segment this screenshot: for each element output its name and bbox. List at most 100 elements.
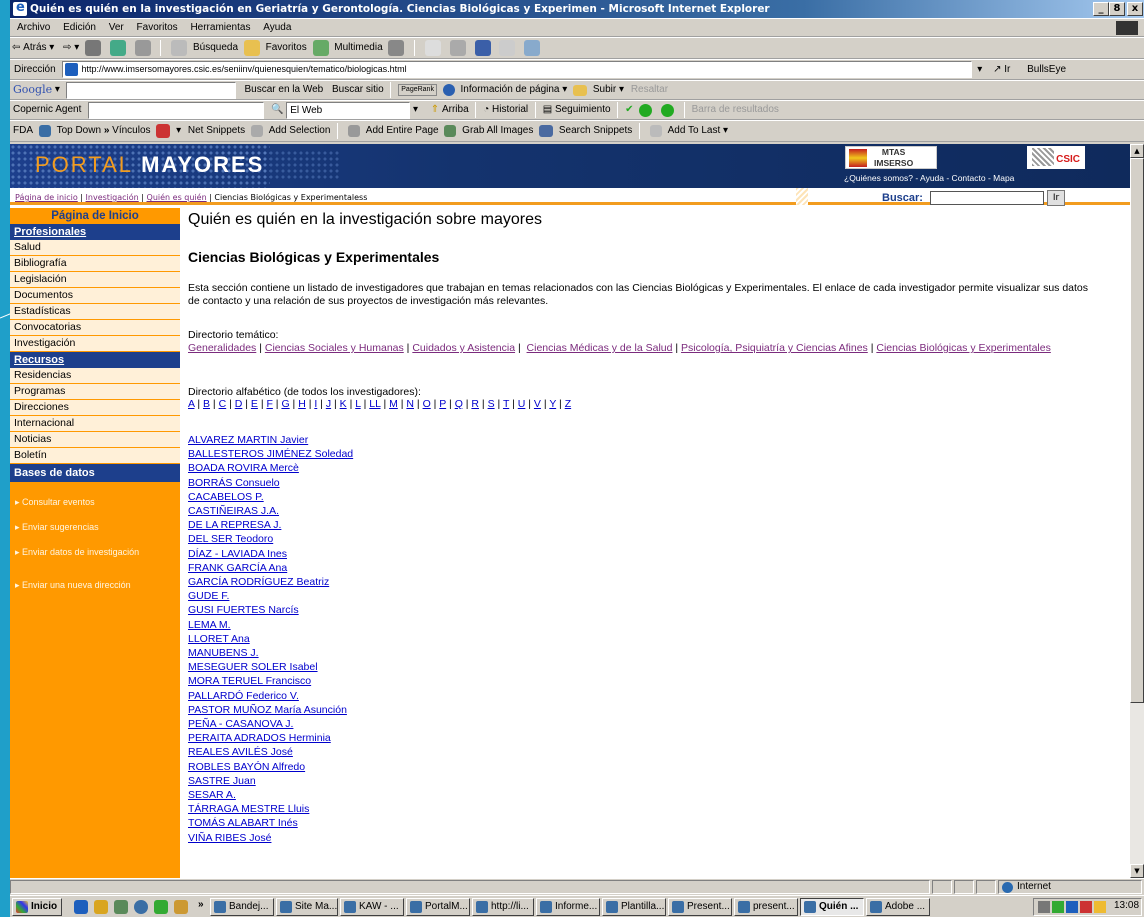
taskbar-button[interactable]: KAW - ... <box>340 898 404 916</box>
researcher-link[interactable]: GUDE F. <box>188 589 353 603</box>
researcher-link[interactable]: ROBLES BAYÓN Alfredo <box>188 760 353 774</box>
minimize-button[interactable]: _ <box>1093 2 1109 16</box>
researcher-link[interactable]: LEMA M. <box>188 618 353 632</box>
tracking-button[interactable]: Seguimiento <box>555 101 611 119</box>
stop-icon[interactable] <box>85 40 102 56</box>
researcher-link[interactable]: LLORET Ana <box>188 632 353 646</box>
researcher-link[interactable]: DE LA REPRESA J. <box>188 518 353 532</box>
address-dropdown-icon[interactable]: ▾ <box>977 64 982 75</box>
breadcrumb-home[interactable]: Página de inicio <box>15 193 78 202</box>
chevron-icon[interactable]: » <box>104 121 110 141</box>
sidebar-item-residencias[interactable]: Residencias <box>10 368 180 384</box>
menu-ver[interactable]: Ver <box>109 19 124 36</box>
tray-icon[interactable] <box>1066 901 1078 913</box>
sidebar-item-legislacion[interactable]: Legislación <box>10 272 180 288</box>
researcher-link[interactable]: PERAITA ADRADOS Herminia <box>188 731 353 745</box>
sidebar-home[interactable]: Página de Inicio <box>10 208 180 224</box>
home-icon[interactable] <box>134 40 151 56</box>
google-logo[interactable]: Google <box>13 81 52 99</box>
up-button[interactable]: Subir <box>593 81 616 99</box>
researcher-link[interactable]: MORA TERUEL Francisco <box>188 674 353 688</box>
ie-icon[interactable] <box>74 900 88 914</box>
researcher-link[interactable]: FRANK GARCÍA Ana <box>188 561 353 575</box>
forward-arrow-icon[interactable]: ⇨ ▾ <box>63 38 79 58</box>
sidebar-link-datos[interactable]: ▸ Enviar datos de investigación <box>15 547 139 558</box>
researcher-link[interactable]: SASTRE Juan <box>188 774 353 788</box>
menu-ayuda[interactable]: Ayuda <box>263 19 291 36</box>
researcher-link[interactable]: TOMÁS ALABART Inés <box>188 816 353 830</box>
edit-icon[interactable] <box>474 40 491 56</box>
letter-link[interactable]: B <box>203 398 210 410</box>
letter-link[interactable]: LL <box>369 398 380 410</box>
letter-link[interactable]: K <box>340 398 347 410</box>
go-icon[interactable]: ↗ <box>993 64 1001 75</box>
net-snippets-button[interactable]: Net Snippets <box>188 121 245 141</box>
researcher-link[interactable]: ALVAREZ MARTIN Javier <box>188 433 353 447</box>
letter-link[interactable]: H <box>298 398 306 410</box>
sidebar-item-noticias[interactable]: Noticias <box>10 432 180 448</box>
copernic-search-input[interactable] <box>88 101 265 119</box>
scope-dropdown-icon[interactable]: ▾ <box>413 101 418 119</box>
thematic-link[interactable]: Cuidados y Asistencia <box>412 342 515 354</box>
letter-link[interactable]: Y <box>549 398 556 410</box>
address-input[interactable]: http://www.imsersomayores.csic.es/seniin… <box>62 61 973 78</box>
menu-favoritos[interactable]: Favoritos <box>137 19 178 36</box>
letter-link[interactable]: D <box>235 398 243 410</box>
letter-link[interactable]: C <box>219 398 227 410</box>
taskbar-button[interactable]: Adobe ... <box>866 898 930 916</box>
taskbar-button[interactable]: Site Ma... <box>276 898 338 916</box>
search-icon[interactable]: 🔍 <box>271 101 283 119</box>
taskbar-button[interactable]: Quién ... <box>800 898 864 916</box>
letter-link[interactable]: E <box>251 398 258 410</box>
top-menu[interactable]: ¿Quiénes somos? - Ayuda - Contacto - Map… <box>844 173 1014 183</box>
history-button[interactable]: Historial <box>492 101 528 119</box>
researcher-link[interactable]: VIÑA RIBES José <box>188 831 353 845</box>
researcher-link[interactable]: PALLARDÓ Federico V. <box>188 689 353 703</box>
tray-icon[interactable] <box>1094 901 1106 913</box>
sidebar-item-bibliografia[interactable]: Bibliografía <box>10 256 180 272</box>
taskbar-button[interactable]: Bandej... <box>210 898 274 916</box>
close-button[interactable]: x <box>1127 2 1143 16</box>
back-button[interactable]: Atrás <box>23 38 46 58</box>
sidebar-section-bases[interactable]: Bases de datos <box>10 464 180 482</box>
sidebar-item-investigacion[interactable]: Investigación <box>10 336 180 352</box>
sidebar-link-direccion[interactable]: ▸ Enviar una nueva dirección <box>15 580 131 591</box>
search-site-button[interactable]: Buscar sitio <box>332 81 384 99</box>
letter-link[interactable]: M <box>389 398 398 410</box>
letter-link[interactable]: U <box>518 398 526 410</box>
search-button[interactable]: Búsqueda <box>193 38 238 58</box>
top-down-link[interactable]: Top Down <box>57 121 101 141</box>
letter-link[interactable]: I <box>314 398 317 410</box>
breadcrumb-who[interactable]: Quién es quién <box>147 193 207 202</box>
up-button[interactable]: Arriba <box>442 101 469 119</box>
tray-icon[interactable] <box>1080 901 1092 913</box>
thematic-link[interactable]: Generalidades <box>188 342 256 354</box>
letter-link[interactable]: T <box>503 398 509 410</box>
net-snippets-dropdown-icon[interactable]: ▾ <box>176 121 181 141</box>
sidebar-item-direcciones[interactable]: Direcciones <box>10 400 180 416</box>
go-button[interactable]: Ir <box>1004 64 1010 75</box>
mtas-imserso-logo[interactable]: MTAS IMSERSO <box>845 146 937 169</box>
portal-mayores-logo[interactable]: PORTAL MAYORES <box>35 152 264 178</box>
menu-archivo[interactable]: Archivo <box>17 19 50 36</box>
letter-link[interactable]: Z <box>565 398 571 410</box>
add-to-last-button[interactable]: Add To Last <box>668 121 721 141</box>
researcher-link[interactable]: CASTIÑEIRAS J.A. <box>188 504 353 518</box>
thematic-link[interactable]: Psicología, Psiquiatría y Ciencias Afine… <box>681 342 868 354</box>
researcher-link[interactable]: GARCÍA RODRÍGUEZ Beatriz <box>188 575 353 589</box>
taskbar-button[interactable]: http://li... <box>472 898 534 916</box>
desktop-icon[interactable] <box>114 900 128 914</box>
favorites-button[interactable]: Favoritos <box>266 38 307 58</box>
print-icon[interactable] <box>449 40 466 56</box>
grab-all-images-button[interactable]: Grab All Images <box>462 121 533 141</box>
sidebar-link-eventos[interactable]: ▸ Consultar eventos <box>15 497 95 508</box>
researcher-link[interactable]: BORRÁS Consuelo <box>188 476 353 490</box>
taskbar-button[interactable]: Present... <box>668 898 732 916</box>
tray-icon[interactable] <box>1052 901 1064 913</box>
results-bar-button[interactable]: Barra de resultados <box>692 101 779 119</box>
letter-link[interactable]: Q <box>455 398 463 410</box>
clock[interactable]: 13:08 <box>1114 900 1139 911</box>
letter-link[interactable]: O <box>423 398 431 410</box>
start-button[interactable]: Inicio <box>12 898 62 916</box>
letter-link[interactable]: V <box>534 398 541 410</box>
